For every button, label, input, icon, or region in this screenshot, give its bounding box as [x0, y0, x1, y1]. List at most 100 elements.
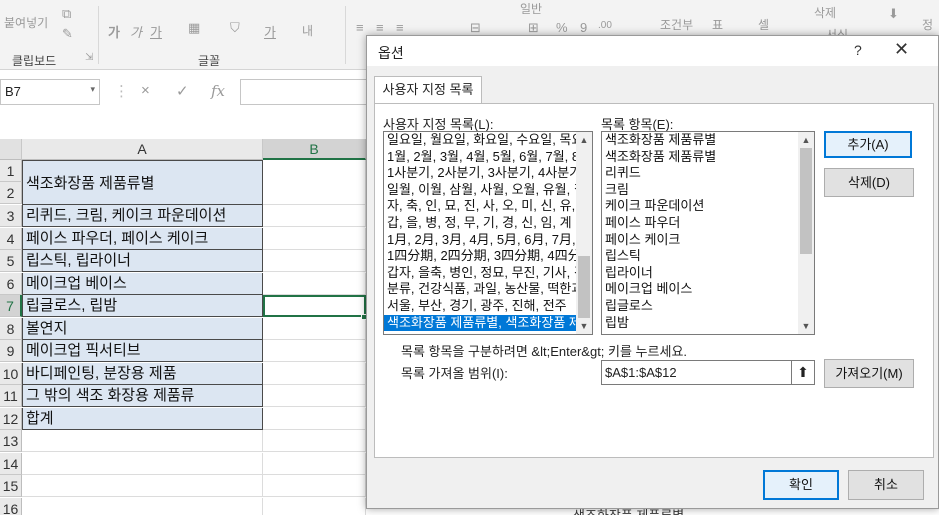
cell-b11[interactable] — [263, 385, 366, 407]
cell-styles-button[interactable]: 셀 — [758, 16, 769, 33]
format-as-table-button[interactable]: 표 — [712, 16, 723, 33]
row-header[interactable]: 9 — [0, 340, 22, 362]
font-color-button[interactable]: 가 — [264, 22, 276, 41]
row-header[interactable]: 2 — [0, 182, 22, 204]
cell-a5[interactable]: 립스틱, 립라이너 — [22, 250, 263, 272]
column-header-a[interactable]: A — [22, 139, 263, 160]
custom-lists-scrollbar[interactable]: ▲ ▼ — [576, 132, 592, 334]
enter-icon[interactable]: ✓ — [176, 82, 189, 100]
row-header[interactable]: 1 — [0, 160, 22, 182]
row-header[interactable]: 10 — [0, 363, 22, 385]
tab-custom-lists[interactable]: 사용자 지정 목록 — [374, 76, 482, 104]
chevron-down-icon[interactable]: ▾ — [90, 84, 95, 95]
merge-icon[interactable]: ⊟ — [470, 20, 481, 36]
row-header[interactable]: 6 — [0, 273, 22, 295]
scroll-down-icon[interactable]: ▼ — [576, 318, 592, 334]
cell-b8[interactable] — [263, 318, 366, 340]
import-range-input[interactable]: $A$1:$A$12 — [601, 360, 815, 385]
cell-a7[interactable]: 립글로스, 립밤 — [22, 295, 263, 317]
cancel-button[interactable]: 취소 — [848, 470, 924, 500]
scroll-up-icon[interactable]: ▲ — [798, 132, 814, 148]
cell-a3[interactable]: 리퀴드, 크림, 케이크 파운데이션 — [22, 205, 263, 227]
cell-a15[interactable] — [22, 475, 263, 497]
row-header[interactable]: 12 — [0, 408, 22, 430]
insert-function-icon[interactable]: fx — [211, 82, 225, 100]
close-icon[interactable]: ✕ — [894, 39, 909, 60]
copy-icon[interactable]: ⧉ — [62, 6, 71, 22]
cell-a1[interactable]: 색조화장품 제품류별 — [22, 160, 263, 205]
scroll-down-icon[interactable]: ▼ — [798, 318, 814, 334]
phonetic-button[interactable]: 내 — [302, 22, 313, 39]
cell-a16[interactable] — [22, 498, 263, 515]
delete-cells-button[interactable]: 삭제 — [814, 4, 836, 21]
custom-list-item[interactable]: 갑자, 을축, 병인, 정묘, 무진, 기사, 경오 — [384, 265, 592, 282]
dialog-launcher-icon[interactable]: ⇲ — [85, 52, 93, 63]
border-icon[interactable]: ▦ — [188, 20, 200, 36]
custom-list-item[interactable]: 1월, 2월, 3월, 4월, 5월, 6월, 7월, 8월 — [384, 149, 592, 166]
cell-a11[interactable]: 그 밖의 색조 화장용 제품류 — [22, 385, 263, 407]
align-center-icon[interactable]: ≡ — [376, 20, 384, 35]
select-all-corner[interactable] — [0, 139, 22, 160]
row-header[interactable]: 5 — [0, 250, 22, 272]
decimal-icon[interactable]: .00 — [598, 20, 612, 31]
custom-list-item[interactable]: 색조화장품 제품류별, 색조화장품 제 — [384, 314, 592, 332]
scroll-thumb[interactable] — [800, 148, 812, 254]
row-header[interactable]: 14 — [0, 453, 22, 475]
delete-button[interactable]: 삭제(D) — [824, 168, 914, 197]
cell-b9[interactable] — [263, 340, 366, 362]
custom-list-item[interactable]: 서울, 부산, 경기, 광주, 진해, 전주 — [384, 298, 592, 315]
row-header[interactable]: 11 — [0, 385, 22, 407]
cell-a12[interactable]: 합계 — [22, 408, 263, 430]
paste-button[interactable]: 붙여넣기 — [4, 14, 48, 31]
currency-icon[interactable]: ⊞ — [528, 20, 539, 36]
cell-b3[interactable] — [263, 205, 366, 227]
cell-b5[interactable] — [263, 250, 366, 272]
help-icon[interactable]: ? — [854, 42, 862, 58]
row-header[interactable]: 16 — [0, 498, 22, 515]
column-header-b[interactable]: B — [263, 139, 366, 160]
ok-button[interactable]: 확인 — [763, 470, 839, 500]
cell-b7[interactable] — [263, 295, 366, 317]
cell-b15[interactable] — [263, 475, 366, 497]
conditional-format-button[interactable]: 조건부 — [660, 16, 693, 33]
range-picker-icon[interactable]: ⬆ — [791, 360, 815, 385]
cell-a9[interactable]: 메이크업 픽서티브 — [22, 340, 263, 362]
cell-b1[interactable] — [263, 160, 366, 205]
custom-list-item[interactable]: 일월, 이월, 삼월, 사월, 오월, 유월, 칠 — [384, 182, 592, 199]
comma-icon[interactable]: 9 — [580, 20, 587, 35]
cell-b14[interactable] — [263, 453, 366, 475]
italic-button[interactable]: 가 — [130, 22, 142, 41]
cell-a4[interactable]: 페이스 파우더, 페이스 케이크 — [22, 228, 263, 250]
custom-list-item[interactable]: 일요일, 월요일, 화요일, 수요일, 목요일 — [384, 132, 592, 149]
custom-list-item[interactable]: 1사분기, 2사분기, 3사분기, 4사분기 — [384, 165, 592, 182]
cell-b6[interactable] — [263, 273, 366, 295]
cell-a14[interactable] — [22, 453, 263, 475]
cell-a6[interactable]: 메이크업 베이스 — [22, 273, 263, 295]
import-button[interactable]: 가져오기(M) — [824, 359, 914, 388]
list-entries-scrollbar[interactable]: ▲ ▼ — [798, 132, 814, 334]
cell-a10[interactable]: 바디페인팅, 분장용 제품 — [22, 363, 263, 385]
custom-list-item[interactable]: 자, 축, 인, 묘, 진, 사, 오, 미, 신, 유, 술 — [384, 198, 592, 215]
custom-list-item[interactable]: 분류, 건강식품, 과일, 농산물, 떡한과 — [384, 281, 592, 298]
row-header[interactable]: 8 — [0, 318, 22, 340]
row-header[interactable]: 15 — [0, 475, 22, 497]
row-header[interactable]: 7 — [0, 295, 22, 317]
cancel-icon[interactable]: × — [141, 82, 150, 99]
fill-icon[interactable]: ⬇ — [888, 6, 899, 22]
sort-button[interactable]: 정 — [922, 16, 933, 33]
cell-a8[interactable]: 볼연지 — [22, 318, 263, 340]
custom-list-item[interactable]: 갑, 을, 병, 정, 무, 기, 경, 신, 임, 계 — [384, 215, 592, 232]
percent-icon[interactable]: % — [556, 20, 568, 35]
cell-b4[interactable] — [263, 228, 366, 250]
row-header[interactable]: 13 — [0, 430, 22, 452]
align-right-icon[interactable]: ≡ — [396, 20, 404, 35]
bold-button[interactable]: 가 — [108, 22, 120, 41]
cell-a13[interactable] — [22, 430, 263, 452]
custom-list-item[interactable]: 1月, 2月, 3月, 4月, 5月, 6月, 7月, 8月 — [384, 232, 592, 249]
scroll-up-icon[interactable]: ▲ — [576, 132, 592, 148]
fill-color-icon[interactable]: ⛉ — [230, 20, 240, 36]
custom-lists-listbox[interactable]: 일요일, 월요일, 화요일, 수요일, 목요일 1월, 2월, 3월, 4월, 5… — [383, 131, 593, 335]
add-button[interactable]: 추가(A) — [824, 131, 912, 158]
row-header[interactable]: 4 — [0, 228, 22, 250]
name-box[interactable]: B7 ▾ — [0, 79, 100, 105]
